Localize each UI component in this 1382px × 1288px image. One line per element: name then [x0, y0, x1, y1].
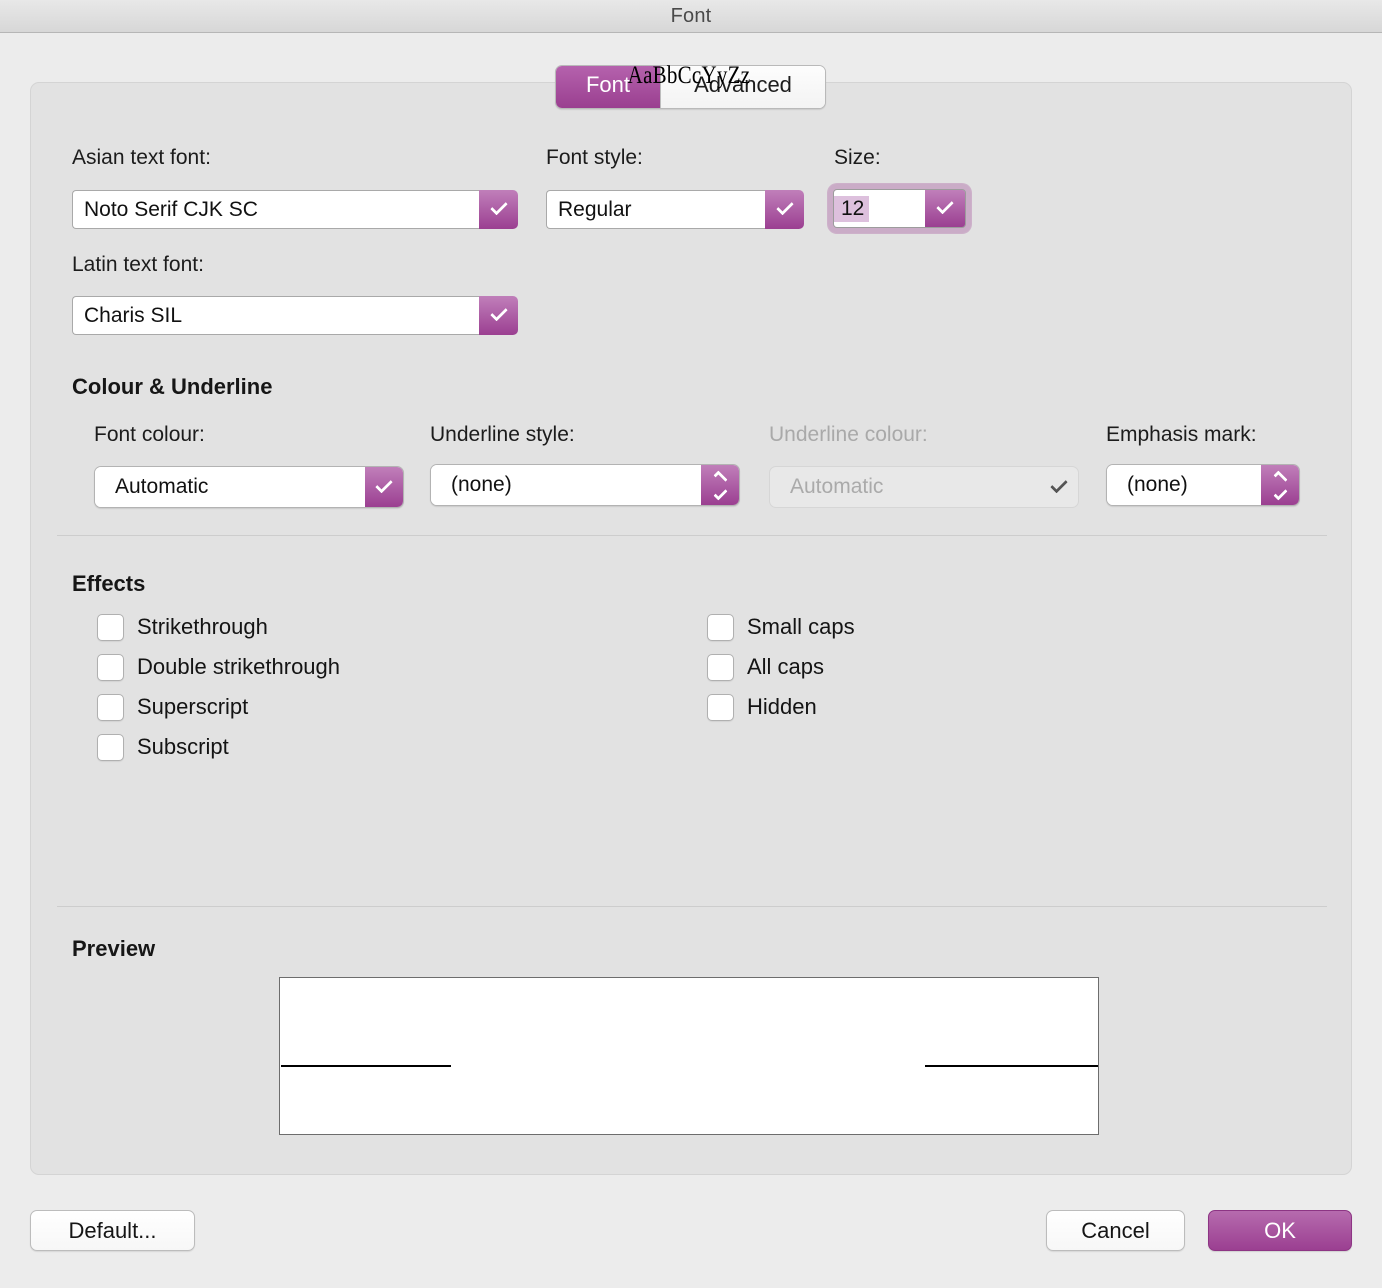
font-colour-dropdown-button[interactable]: [365, 467, 403, 507]
stepper-up-down-icon: [1272, 469, 1288, 501]
underline-colour-popup: Automatic: [769, 466, 1079, 508]
size-input-value: 12: [834, 195, 870, 222]
underline-style-popup[interactable]: (none): [430, 464, 740, 506]
chevron-down-icon: [375, 475, 393, 494]
chevron-down-icon: [936, 196, 954, 215]
preview-sample-text: AaBbCcYyZz: [627, 62, 751, 89]
effects-heading: Effects: [72, 571, 146, 596]
font-style-dropdown-button[interactable]: [765, 190, 804, 229]
checkbox-subscript[interactable]: [97, 733, 124, 761]
preview-heading-wrap: Preview: [72, 938, 155, 961]
font-style-label: Font style:: [546, 146, 643, 169]
checkbox-row-strikethrough[interactable]: Strikethrough: [97, 610, 340, 644]
size-label: Size:: [834, 146, 881, 169]
latin-text-font-label-wrap: Latin text font:: [72, 254, 204, 276]
asian-text-font-label-wrap: Asian text font:: [72, 147, 211, 169]
preview-rule-right: [925, 1065, 1098, 1067]
asian-text-font-label: Asian text font:: [72, 146, 211, 169]
colour-underline-heading: Colour & Underline: [72, 374, 273, 399]
checkbox-double-strikethrough[interactable]: [97, 653, 124, 681]
font-style-input[interactable]: Regular: [546, 190, 765, 229]
checkbox-row-superscript[interactable]: Superscript: [97, 690, 340, 724]
checkbox-label-all-caps: All caps: [747, 654, 825, 679]
window-title: Font: [670, 4, 712, 27]
default-button[interactable]: Default...: [30, 1210, 195, 1251]
checkbox-label-subscript: Subscript: [137, 734, 229, 759]
checkbox-row-all-caps[interactable]: All caps: [707, 650, 855, 684]
size-dropdown-button[interactable]: [925, 190, 965, 227]
checkbox-all-caps[interactable]: [707, 653, 734, 681]
emphasis-mark-value: (none): [1107, 465, 1261, 505]
emphasis-mark-label: Emphasis mark:: [1106, 423, 1257, 446]
chevron-down-icon: [489, 197, 508, 216]
underline-style-value: (none): [431, 465, 701, 505]
checkbox-label-double-strikethrough: Double strikethrough: [137, 654, 341, 679]
emphasis-mark-stepper-button[interactable]: [1261, 465, 1299, 505]
latin-text-font-input[interactable]: Charis SIL: [72, 296, 479, 335]
colour-underline-heading-wrap: Colour & Underline: [72, 376, 272, 399]
font-colour-popup[interactable]: Automatic: [94, 466, 404, 508]
underline-colour-label-wrap: Underline colour:: [769, 424, 928, 446]
underline-colour-label: Underline colour:: [769, 423, 928, 446]
size-spinner[interactable]: 12: [833, 189, 966, 228]
cancel-button[interactable]: Cancel: [1046, 1210, 1185, 1251]
checkbox-row-hidden[interactable]: Hidden: [707, 690, 855, 724]
emphasis-mark-popup[interactable]: (none): [1106, 464, 1300, 506]
chevron-down-icon: [1050, 475, 1068, 494]
font-colour-value: Automatic: [95, 467, 365, 507]
underline-style-label-wrap: Underline style:: [430, 424, 575, 446]
checkbox-superscript[interactable]: [97, 693, 124, 721]
size-spinner-focus-ring: 12: [828, 184, 971, 233]
font-style-combo[interactable]: Regular: [546, 190, 804, 229]
latin-text-font-label: Latin text font:: [72, 253, 204, 276]
underline-colour-dropdown-button: [1040, 467, 1078, 507]
effects-heading-wrap: Effects: [72, 573, 145, 596]
stepper-up-down-icon: [712, 469, 728, 501]
checkbox-small-caps[interactable]: [707, 613, 734, 641]
font-style-label-wrap: Font style:: [546, 147, 643, 169]
asian-text-font-combo[interactable]: Noto Serif CJK SC: [72, 190, 518, 229]
checkbox-hidden[interactable]: [707, 693, 734, 721]
preview-heading: Preview: [72, 936, 156, 961]
asian-text-font-dropdown-button[interactable]: [479, 190, 518, 229]
separator-preview: [57, 906, 1327, 907]
window-titlebar: Font: [0, 0, 1382, 33]
separator-effects: [57, 535, 1327, 536]
checkbox-label-strikethrough: Strikethrough: [137, 614, 268, 639]
checkbox-label-superscript: Superscript: [137, 694, 249, 719]
emphasis-mark-label-wrap: Emphasis mark:: [1106, 424, 1257, 446]
font-colour-label-wrap: Font colour:: [94, 424, 205, 446]
checkbox-row-small-caps[interactable]: Small caps: [707, 610, 855, 644]
size-label-wrap: Size:: [834, 147, 881, 169]
chevron-down-icon: [775, 197, 794, 216]
asian-text-font-input[interactable]: Noto Serif CJK SC: [72, 190, 479, 229]
checkbox-strikethrough[interactable]: [97, 613, 124, 641]
ok-button[interactable]: OK: [1208, 1210, 1352, 1251]
checkbox-label-small-caps: Small caps: [747, 614, 855, 639]
underline-style-stepper-button[interactable]: [701, 465, 739, 505]
checkbox-row-subscript[interactable]: Subscript: [97, 730, 340, 764]
checkbox-label-hidden: Hidden: [747, 694, 817, 719]
underline-style-label: Underline style:: [430, 423, 575, 446]
font-colour-label: Font colour:: [94, 423, 205, 446]
checkbox-row-double-strikethrough[interactable]: Double strikethrough: [97, 650, 340, 684]
latin-text-font-dropdown-button[interactable]: [479, 296, 518, 335]
chevron-down-icon: [489, 303, 508, 322]
effects-right-column: Small caps All caps Hidden: [707, 610, 855, 724]
preview-rule-left: [281, 1065, 451, 1067]
latin-text-font-combo[interactable]: Charis SIL: [72, 296, 518, 335]
preview-box: [279, 977, 1099, 1135]
effects-left-column: Strikethrough Double strikethrough Super…: [97, 610, 340, 764]
underline-colour-value: Automatic: [790, 475, 884, 498]
size-input[interactable]: 12: [834, 190, 925, 227]
